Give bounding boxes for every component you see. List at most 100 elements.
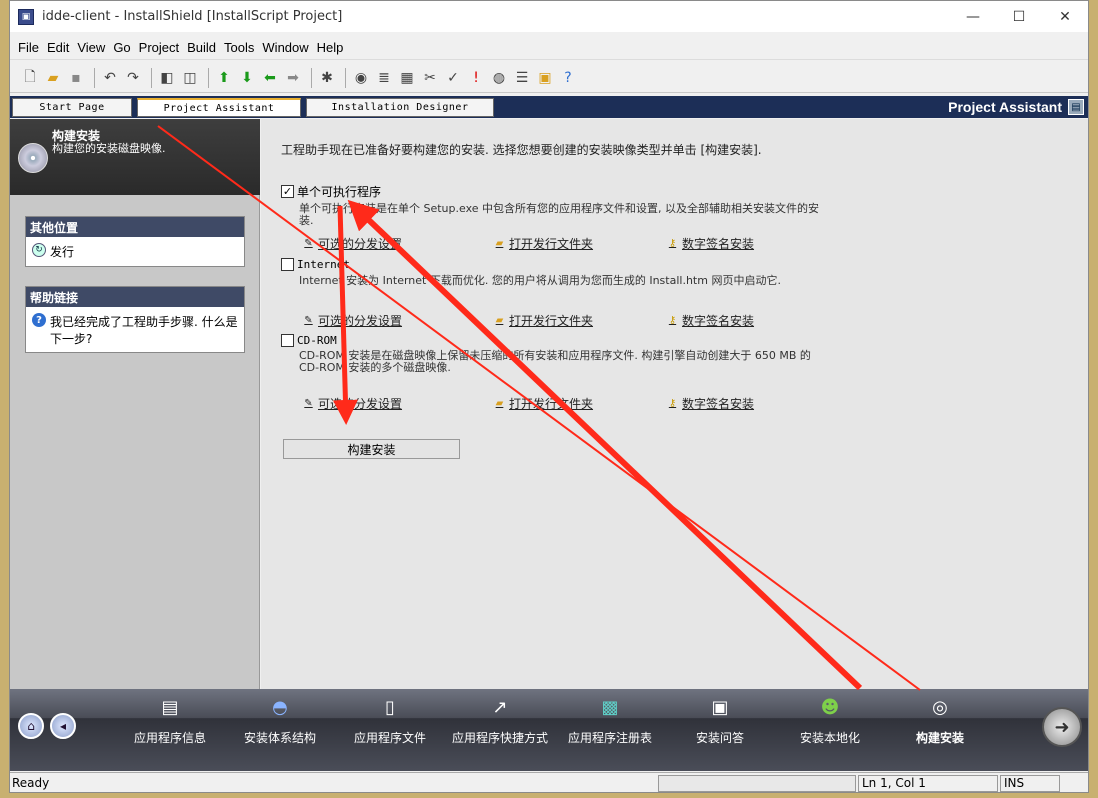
nav-architecture-label: 安装体系结构 <box>243 731 316 745</box>
help-link[interactable]: ? 我已经完成了工程助手步骤. 什么是下一步? <box>26 307 244 353</box>
open-folder-link-label: 打开发行文件夹 <box>509 237 594 251</box>
help-links-box: 帮助链接 ? 我已经完成了工程助手步骤. 什么是下一步? <box>25 286 245 353</box>
panel-split-icon[interactable]: ◫ <box>180 68 200 88</box>
menu-go[interactable]: Go <box>113 40 130 55</box>
globe-icon[interactable]: ◍ <box>489 68 509 88</box>
key-icon: ⚷ <box>668 315 677 326</box>
folder-icon: ▰ <box>495 238 504 249</box>
open-folder-link-label: 打开发行文件夹 <box>509 314 594 328</box>
folder-icon: ▰ <box>495 315 504 326</box>
app-info-icon: ▤ <box>161 696 179 718</box>
settings-icon: ✎ <box>304 398 313 409</box>
new-file-icon[interactable]: 🗋 <box>20 68 40 88</box>
menu-help[interactable]: Help <box>317 40 344 55</box>
nav-build[interactable]: ◎ 构建安装 <box>885 693 995 753</box>
internet-checkbox[interactable] <box>281 258 294 271</box>
title-bar[interactable]: ▣ idde-client - InstallShield [InstallSc… <box>10 1 1088 32</box>
nav-localization[interactable]: ☻ 安装本地化 <box>775 693 885 753</box>
panel-left-icon[interactable]: ◧ <box>157 68 177 88</box>
toolbar-divider <box>345 67 346 88</box>
menu-project[interactable]: Project <box>139 40 179 55</box>
help-icon[interactable]: ? <box>558 68 578 88</box>
nav-interview[interactable]: ▣ 安装问答 <box>665 693 775 753</box>
check-icon[interactable]: ✓ <box>443 68 463 88</box>
tab-installation-designer[interactable]: Installation Designer <box>306 98 494 117</box>
single-exe-dist-link[interactable]: ✎ 可选的分发设置 <box>301 235 402 252</box>
app-window: ▣ idde-client - InstallShield [InstallSc… <box>9 0 1089 793</box>
internet-dist-link[interactable]: ✎ 可选的分发设置 <box>301 312 402 329</box>
close-button[interactable]: ✕ <box>1042 1 1088 32</box>
menu-file[interactable]: File <box>18 40 39 55</box>
shortcut-icon: ↗ <box>492 696 508 718</box>
next-arrow-icon[interactable]: ➜ <box>1042 707 1082 747</box>
menu-view[interactable]: View <box>77 40 105 55</box>
redo-icon[interactable]: ↷ <box>123 68 143 88</box>
maximize-button[interactable]: ☐ <box>996 1 1042 32</box>
release-icon[interactable]: ≣ <box>374 68 394 88</box>
minimize-button[interactable]: — <box>950 1 996 32</box>
nav-shortcuts[interactable]: ↗ 应用程序快捷方式 <box>445 693 555 753</box>
toolbar-divider <box>208 67 209 88</box>
nav-interview-label: 安装问答 <box>695 731 744 745</box>
step-header: 构建安装 构建您的安装磁盘映像. <box>10 119 260 195</box>
right-arrow-icon[interactable]: ➡ <box>283 68 303 88</box>
help-links-title: 帮助链接 <box>26 287 244 307</box>
option-internet[interactable]: Internet <box>281 257 350 271</box>
left-arrow-icon[interactable]: ⬅ <box>260 68 280 88</box>
menu-build[interactable]: Build <box>187 40 216 55</box>
nav-app-files[interactable]: ▯ 应用程序文件 <box>335 693 445 753</box>
down-arrow-icon[interactable]: ⬇ <box>237 68 257 88</box>
cdrom-checkbox[interactable] <box>281 334 294 347</box>
project-assistant-title: Project Assistant <box>948 99 1062 115</box>
status-bar: Ready Ln 1, Col 1 INS <box>10 772 1088 792</box>
toolbar-divider <box>311 67 312 88</box>
status-ready: Ready <box>12 776 50 790</box>
menu-tools[interactable]: Tools <box>224 40 254 55</box>
calendar-icon[interactable]: ▦ <box>397 68 417 88</box>
sign-link-label: 数字签名安装 <box>682 397 755 411</box>
list-icon[interactable]: ☰ <box>512 68 532 88</box>
warning-icon[interactable]: ! <box>466 68 486 88</box>
up-arrow-icon[interactable]: ⬆ <box>214 68 234 88</box>
home-icon[interactable]: ⌂ <box>18 713 44 739</box>
tab-start-page[interactable]: Start Page <box>12 98 132 117</box>
bug-icon[interactable]: ✱ <box>317 68 337 88</box>
interview-icon: ▣ <box>711 696 729 718</box>
cdrom-open-folder-link[interactable]: ▰ 打开发行文件夹 <box>492 395 593 412</box>
project-assistant-icon: ▤ <box>1068 99 1084 115</box>
single-exe-checkbox[interactable]: ✓ <box>281 185 294 198</box>
folder-icon[interactable]: ▣ <box>535 68 555 88</box>
build-cd-icon[interactable]: ◉ <box>351 68 371 88</box>
bottom-navigation: ⌂ ◂ ▤ 应用程序信息 ◓ 安装体系结构 ▯ 应用程序文件 ↗ 应用程序快捷方式 ▩ 应… <box>10 689 1088 771</box>
open-folder-icon[interactable]: ▰ <box>43 68 63 88</box>
status-position: Ln 1, Col 1 <box>858 775 998 792</box>
option-cdrom[interactable]: CD-ROM <box>281 333 337 347</box>
internet-sign-link[interactable]: ⚷ 数字签名安装 <box>665 312 754 329</box>
toolbar-divider <box>151 67 152 88</box>
dist-link-label: 可选的分发设置 <box>318 237 403 251</box>
release-link[interactable]: ↻ 发行 <box>26 237 244 266</box>
menu-edit[interactable]: Edit <box>47 40 69 55</box>
menu-window[interactable]: Window <box>262 40 308 55</box>
internet-open-folder-link[interactable]: ▰ 打开发行文件夹 <box>492 312 593 329</box>
option-single-exe[interactable]: ✓ 单个可执行程序 <box>281 183 381 200</box>
open-folder-link-label: 打开发行文件夹 <box>509 397 594 411</box>
nav-registry[interactable]: ▩ 应用程序注册表 <box>555 693 665 753</box>
menu-bar: File Edit View Go Project Build Tools Wi… <box>10 36 1088 60</box>
other-places-box: 其他位置 ↻ 发行 <box>25 216 245 267</box>
nav-architecture[interactable]: ◓ 安装体系结构 <box>225 693 335 753</box>
registry-icon: ▩ <box>601 696 619 718</box>
cdrom-sign-link[interactable]: ⚷ 数字签名安装 <box>665 395 754 412</box>
save-icon[interactable]: ▪ <box>66 68 86 88</box>
cdrom-dist-link[interactable]: ✎ 可选的分发设置 <box>301 395 402 412</box>
tab-project-assistant[interactable]: Project Assistant <box>137 98 301 117</box>
undo-icon[interactable]: ↶ <box>100 68 120 88</box>
cdrom-desc: CD-ROM 安装是在磁盘映像上保留未压缩的所有安装和应用程序文件. 构建引擎自… <box>299 349 811 374</box>
stop-icon[interactable]: ✂ <box>420 68 440 88</box>
build-installation-button[interactable]: 构建安装 <box>283 439 460 459</box>
single-exe-sign-link[interactable]: ⚷ 数字签名安装 <box>665 235 754 252</box>
back-icon[interactable]: ◂ <box>50 713 76 739</box>
single-exe-open-folder-link[interactable]: ▰ 打开发行文件夹 <box>492 235 593 252</box>
nav-app-info[interactable]: ▤ 应用程序信息 <box>115 693 225 753</box>
intro-text: 工程助手现在已准备好要构建您的安装. 选择您想要创建的安装映像类型并单击 [构建… <box>281 143 762 157</box>
